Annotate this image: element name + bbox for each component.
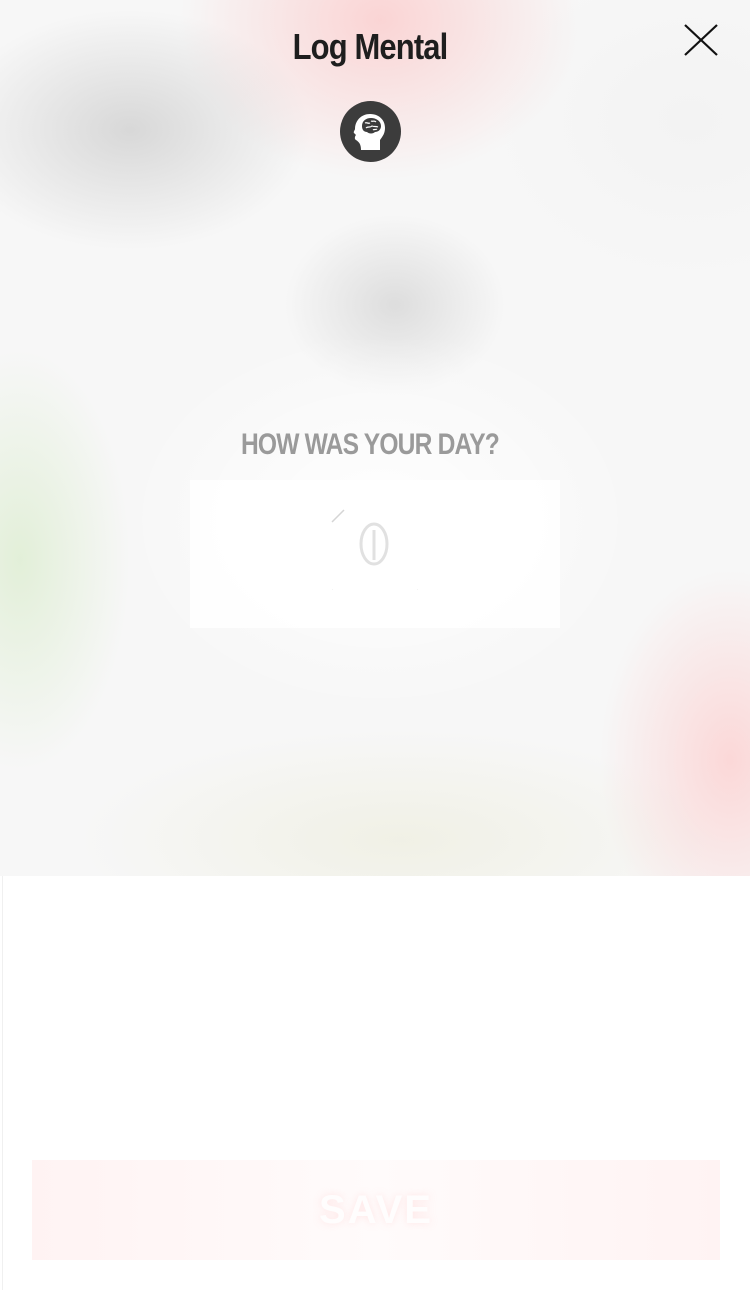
save-button[interactable]: SAVE <box>32 1160 720 1260</box>
save-button-label: SAVE <box>319 1187 433 1232</box>
neutral-face-icon <box>331 509 418 590</box>
close-icon <box>684 24 718 56</box>
close-button[interactable] <box>682 22 720 60</box>
mood-question: HOW WAS YOUR DAY? <box>240 428 500 461</box>
mood-picker[interactable] <box>190 480 560 628</box>
page-title: Log Mental <box>292 26 449 67</box>
brain-icon <box>340 101 401 162</box>
